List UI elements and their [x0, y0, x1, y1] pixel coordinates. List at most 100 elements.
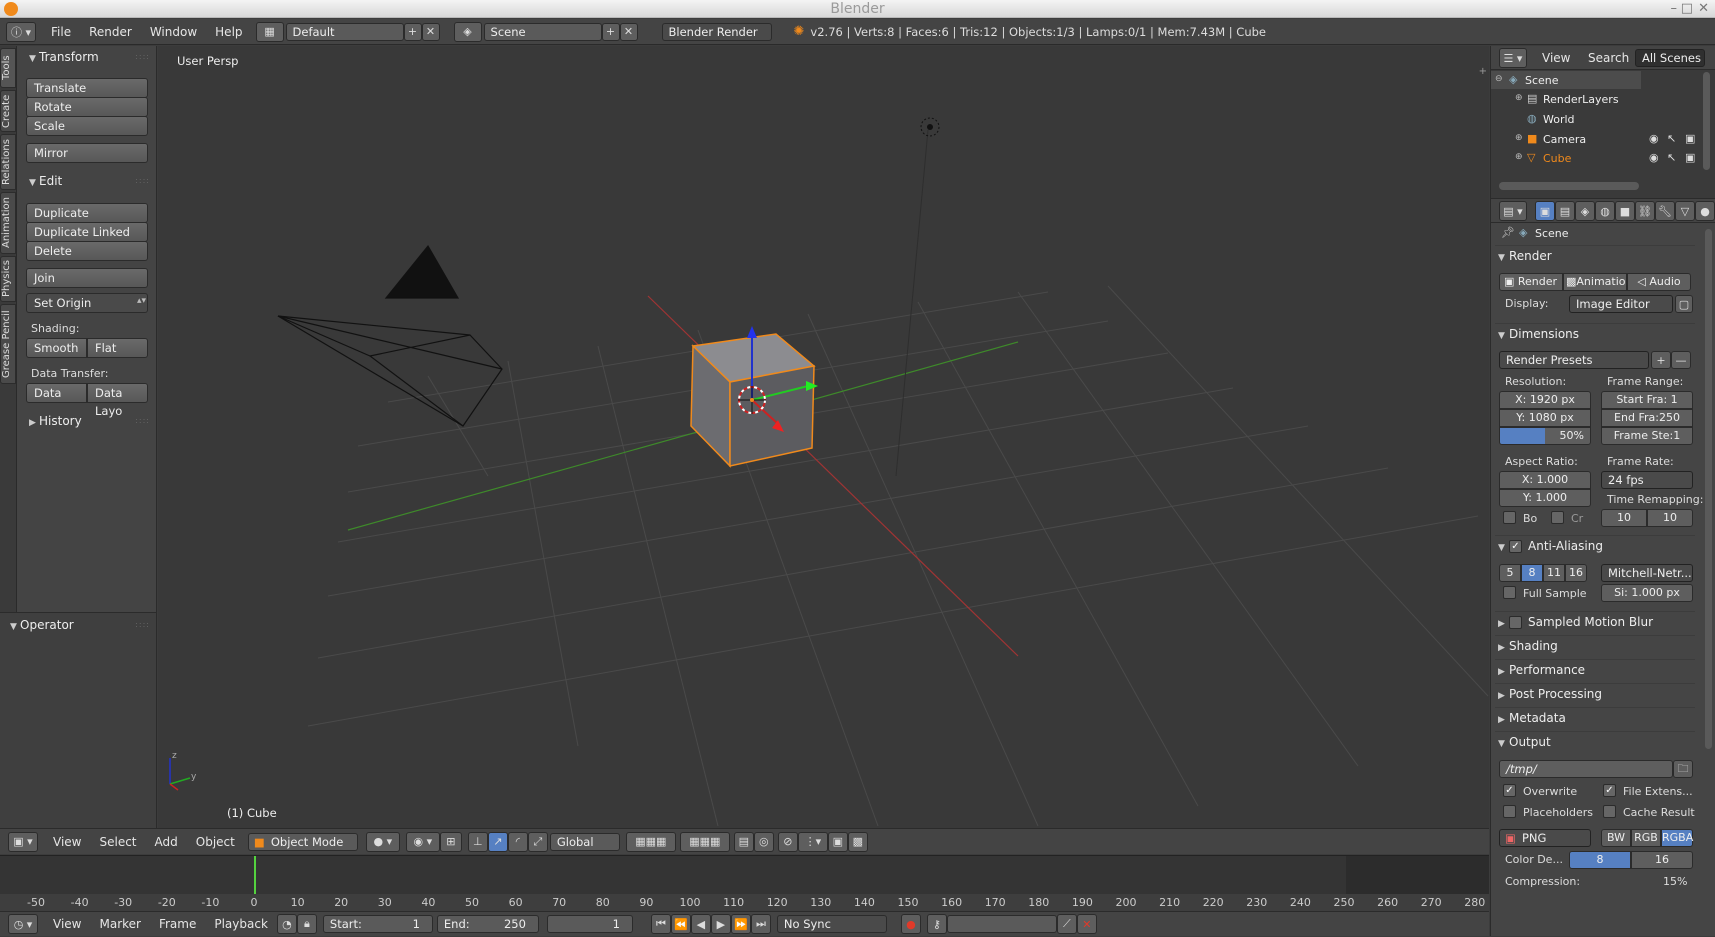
- play-reverse-icon[interactable]: ◀: [690, 914, 711, 934]
- data-button[interactable]: Data: [26, 383, 87, 403]
- motion-blur-panel-header[interactable]: ▶ Sampled Motion Blur: [1495, 611, 1695, 631]
- resolution-percent-slider[interactable]: 50%: [1499, 427, 1591, 445]
- add-layout-icon[interactable]: +: [403, 22, 422, 41]
- rotate-manipulator-icon[interactable]: ◜: [507, 831, 528, 852]
- anti-aliasing-checkbox[interactable]: ✓: [1509, 540, 1522, 553]
- current-frame-indicator[interactable]: [254, 856, 256, 894]
- pivot-point-icon[interactable]: ◉ ▾: [405, 831, 440, 852]
- flat-button[interactable]: Flat: [87, 338, 148, 358]
- add-scene-icon[interactable]: +: [601, 22, 620, 41]
- object-mode-select[interactable]: ■ Object Mode: [247, 832, 358, 851]
- mirror-button[interactable]: Mirror: [26, 143, 148, 163]
- jump-end-icon[interactable]: ⏭: [750, 914, 771, 934]
- sync-select[interactable]: No Sync: [776, 915, 887, 933]
- close-icon[interactable]: ✕: [1698, 0, 1709, 18]
- duplicate-linked-button[interactable]: Duplicate Linked: [26, 222, 148, 242]
- render-animation-button[interactable]: ▩Animatio: [1563, 273, 1627, 291]
- color-depth-8[interactable]: 8: [1569, 851, 1631, 869]
- object-context-icon[interactable]: ■: [1615, 201, 1635, 221]
- visibility-eye-icon[interactable]: ◉: [1649, 132, 1659, 145]
- remove-layout-icon[interactable]: ✕: [421, 22, 440, 41]
- render-image-button[interactable]: ▣ Render: [1499, 273, 1563, 291]
- render-audio-button[interactable]: ◁ Audio: [1627, 273, 1691, 291]
- scene-context-icon[interactable]: ◈: [1575, 201, 1595, 221]
- select-arrow-icon[interactable]: ↖: [1667, 151, 1676, 164]
- dimensions-panel-header[interactable]: ▼ Dimensions: [1495, 323, 1695, 343]
- metadata-panel-header[interactable]: ▶ Metadata: [1495, 707, 1695, 727]
- material-context-icon[interactable]: ●: [1695, 201, 1715, 221]
- preview-range-icon[interactable]: ◔: [276, 914, 297, 934]
- delete-keyframe-icon[interactable]: ✕: [1076, 914, 1097, 934]
- jump-start-icon[interactable]: ⏮: [650, 914, 671, 934]
- remove-preset-icon[interactable]: —: [1671, 351, 1691, 369]
- outliner-item-renderlayers[interactable]: RenderLayers: [1543, 93, 1619, 106]
- overwrite-checkbox[interactable]: ✓: [1503, 784, 1516, 797]
- outliner-filter-select[interactable]: All Scenes: [1635, 49, 1705, 67]
- remove-scene-icon[interactable]: ✕: [619, 22, 638, 41]
- compression-value[interactable]: 15%: [1663, 875, 1687, 888]
- frame-rate-select[interactable]: 24 fps: [1601, 471, 1693, 489]
- timeline-menu-frame[interactable]: Frame: [150, 911, 205, 937]
- color-mode-rgb[interactable]: RGB: [1631, 829, 1661, 847]
- menu-file[interactable]: File: [42, 19, 80, 45]
- start-frame-field[interactable]: Start: 1: [322, 915, 433, 933]
- resolution-y-field[interactable]: Y: 1080 px: [1499, 409, 1591, 427]
- insert-keyframe-icon[interactable]: ⟋: [1056, 914, 1077, 934]
- collapse-icon[interactable]: ⊖: [1495, 74, 1503, 84]
- constraints-context-icon[interactable]: ⛓: [1635, 201, 1655, 221]
- expand-icon[interactable]: ⊕: [1515, 152, 1523, 162]
- pin-icon[interactable]: 📌︎: [1501, 226, 1515, 239]
- aa-samples-16[interactable]: 16: [1565, 564, 1587, 582]
- render-presets-select[interactable]: Render Presets: [1499, 351, 1649, 369]
- layout-field[interactable]: Default: [285, 22, 404, 41]
- jump-keyframe-back-icon[interactable]: ⏪: [670, 914, 691, 934]
- output-path-field[interactable]: /tmp/: [1499, 760, 1673, 778]
- camera-object[interactable]: [277, 244, 503, 427]
- menu-help[interactable]: Help: [206, 19, 251, 45]
- duplicate-button[interactable]: Duplicate: [26, 203, 148, 223]
- set-origin-select[interactable]: Set Origin: [26, 293, 148, 313]
- render-camera-icon[interactable]: ▣: [1685, 151, 1695, 164]
- play-icon[interactable]: ▶: [710, 914, 731, 934]
- maximize-icon[interactable]: □: [1681, 0, 1693, 18]
- aa-filter-select[interactable]: Mitchell-Netr...: [1601, 564, 1693, 582]
- file-extensions-checkbox[interactable]: ✓: [1603, 784, 1616, 797]
- properties-editor-type-icon[interactable]: ▤ ▾: [1499, 201, 1527, 221]
- outliner-vscrollbar[interactable]: [1703, 72, 1710, 170]
- menu-view[interactable]: View: [44, 829, 90, 855]
- timeline-editor-type-icon[interactable]: ◷ ▾: [8, 914, 38, 934]
- 3d-viewport[interactable]: z y User Persp (1) Cube +: [158, 46, 1489, 828]
- rotate-button[interactable]: Rotate: [26, 97, 148, 117]
- data-context-icon[interactable]: ▽: [1675, 201, 1695, 221]
- data-layout-button[interactable]: Data Layo: [87, 383, 148, 418]
- display-select[interactable]: Image Editor: [1569, 295, 1673, 313]
- folder-browse-icon[interactable]: 🗀︎: [1673, 760, 1693, 778]
- select-arrow-icon[interactable]: ↖: [1667, 132, 1676, 145]
- menu-object[interactable]: Object: [187, 829, 244, 855]
- manipulator-toggle-icon[interactable]: ⊥: [467, 831, 488, 852]
- lamp-icon[interactable]: [920, 117, 940, 137]
- translate-button[interactable]: Translate: [26, 78, 148, 98]
- lock-layers-icon[interactable]: ▤: [733, 831, 754, 852]
- scene-field[interactable]: Scene: [483, 22, 602, 41]
- render-camera-icon[interactable]: ▣: [1685, 132, 1695, 145]
- border-checkbox[interactable]: [1503, 511, 1516, 524]
- render-context-icon[interactable]: ▣: [1535, 201, 1555, 221]
- viewport-expand-icon[interactable]: +: [1479, 66, 1487, 77]
- layout-grid-icon[interactable]: ▦: [255, 21, 284, 42]
- outliner-menu-search[interactable]: Search: [1579, 45, 1638, 71]
- current-frame-field[interactable]: 1: [546, 915, 633, 933]
- outliner-editor-type-icon[interactable]: ☰ ▾: [1499, 48, 1527, 68]
- outliner-item-scene[interactable]: Scene: [1525, 74, 1559, 87]
- aa-samples-8[interactable]: 8: [1521, 564, 1543, 582]
- motion-blur-checkbox[interactable]: [1509, 616, 1522, 629]
- proportional-edit-icon[interactable]: ◎: [753, 831, 774, 852]
- tab-relations[interactable]: Relations: [0, 134, 16, 190]
- layers-grid-b-icon[interactable]: ▦▦▦: [679, 831, 730, 852]
- record-icon[interactable]: ●: [900, 914, 921, 934]
- tab-create[interactable]: Create: [0, 90, 16, 132]
- edit-panel-header[interactable]: ▼ Edit: [21, 171, 62, 191]
- aa-samples-11[interactable]: 11: [1543, 564, 1565, 582]
- viewport-shading-icon[interactable]: ● ▾: [365, 831, 400, 852]
- join-button[interactable]: Join: [26, 268, 148, 288]
